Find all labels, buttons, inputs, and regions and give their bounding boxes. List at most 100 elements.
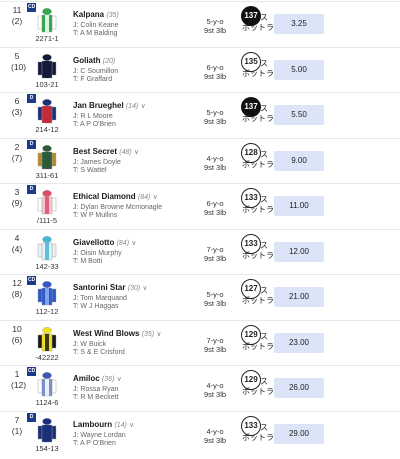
spotlight-label-a[interactable]: ス bbox=[260, 13, 268, 23]
spotlight-label-a[interactable]: ス bbox=[260, 195, 268, 205]
runner-row[interactable]: 3 (9) D/111-5 Ethical Diamond (84) ∨ J: Dyla… bbox=[0, 183, 400, 229]
chevron-down-icon[interactable]: ∨ bbox=[117, 376, 122, 383]
chevron-down-icon[interactable]: ∨ bbox=[129, 422, 134, 429]
runner-row[interactable]: 12 (8) CD 112-12 Santorini Star (30) ∨ J: Tom… bbox=[0, 274, 400, 320]
runner-number: 7 bbox=[14, 414, 20, 425]
horse-weight: 9st 3lb bbox=[203, 253, 227, 263]
chevron-down-icon[interactable]: ∨ bbox=[131, 240, 136, 247]
horse-weight: 9st 3lb bbox=[203, 26, 227, 35]
chevron-down-icon[interactable]: ∨ bbox=[134, 149, 139, 156]
horse-name-block[interactable]: Ethical Diamond (84) ∨ bbox=[73, 192, 158, 201]
odds-button[interactable]: 9.00 bbox=[274, 150, 324, 171]
runner-row[interactable]: 1 (12) CD 1124-6 Amiloc (36) ∨ J: Rossa Ryan T… bbox=[0, 365, 400, 411]
horse-name-block[interactable]: West Wind Blows (35) ∨ bbox=[73, 329, 162, 338]
trainer-name: T: W P Mullins bbox=[73, 212, 118, 219]
runner-row[interactable]: 6 (3) D 214-12 Jan Brueghel (14) ∨ J: R L Moo… bbox=[0, 92, 400, 138]
horse-name[interactable]: Goliath bbox=[73, 56, 101, 65]
chevron-down-icon[interactable]: ∨ bbox=[156, 331, 161, 338]
days-since-run: (20) bbox=[102, 57, 116, 65]
spotlight-label-a[interactable]: ス bbox=[260, 104, 268, 114]
horse-name-block[interactable]: Amiloc (36) ∨ bbox=[73, 374, 122, 383]
horse-name[interactable]: Santorini Star bbox=[73, 283, 125, 292]
row-divider bbox=[0, 319, 400, 321]
row-divider bbox=[0, 274, 400, 275]
chevron-down-icon[interactable]: ∨ bbox=[141, 103, 146, 110]
age-weight: 4-y-o 9st 3lb bbox=[195, 427, 235, 445]
spotlight-label-a[interactable]: ス bbox=[260, 59, 268, 69]
stall-draw: (10) bbox=[11, 61, 27, 72]
stall-draw: (12) bbox=[11, 380, 27, 390]
runner-number: 3 bbox=[14, 187, 20, 197]
row-divider bbox=[0, 228, 400, 230]
odds-button[interactable]: 3.25 bbox=[274, 14, 324, 34]
recent-form: 142-33 bbox=[35, 261, 59, 271]
horse-name[interactable]: Amiloc bbox=[73, 374, 100, 383]
runner-number: 2 bbox=[14, 141, 20, 152]
spotlight-label-a[interactable]: ス bbox=[260, 241, 268, 251]
trainer-name: T: S & E Crisford bbox=[73, 348, 125, 356]
horse-name[interactable]: Lambourn bbox=[73, 420, 112, 429]
jockey-silks-icon bbox=[33, 7, 61, 35]
horse-name-block[interactable]: Best Secret (48) ∨ bbox=[73, 147, 139, 156]
horse-name-block[interactable]: Giavellotto (84) ∨ bbox=[73, 238, 136, 247]
spotlight-label-a[interactable]: ス bbox=[260, 423, 268, 433]
horse-name[interactable]: Kalpana bbox=[73, 10, 104, 19]
horse-name[interactable]: Giavellotto bbox=[73, 238, 114, 247]
jockey-name: J: Oisin Murphy bbox=[73, 249, 122, 257]
odds-button[interactable]: 5.00 bbox=[274, 59, 324, 80]
odds-button[interactable]: 23.00 bbox=[274, 332, 324, 353]
jockey-silks-icon bbox=[33, 98, 61, 126]
runner-row[interactable]: 7 (1) D 154-13 Lambourn (14) ∨ J: Wayne Lorda… bbox=[0, 410, 400, 457]
horse-name-block[interactable]: Lambourn (14) ∨ bbox=[73, 420, 134, 429]
runner-row[interactable]: 10 (6) -42222 West Wind Blows (35) ∨ J: W Bu… bbox=[0, 319, 400, 366]
jockey-name: J: Wayne Lordan bbox=[73, 431, 126, 439]
recent-form: -42222 bbox=[35, 352, 59, 362]
horse-name-block[interactable]: Jan Brueghel (14) ∨ bbox=[73, 101, 146, 110]
runner-row[interactable]: 11 (2) CD 2271-1 Kalpana (35) J: Colin Keane… bbox=[0, 1, 400, 47]
odds-button[interactable]: 5.50 bbox=[274, 105, 324, 125]
runner-row[interactable]: 5 (10) 103-21 Goliath (20) J: C Soumillon T:… bbox=[0, 46, 400, 93]
trainer-name: T: S Wattel bbox=[73, 166, 107, 174]
odds-button[interactable]: 11.00 bbox=[274, 196, 324, 216]
spotlight-label-a[interactable]: ス bbox=[260, 150, 268, 160]
odds-button[interactable]: 29.00 bbox=[274, 423, 324, 444]
jockey-name: J: Dylan Browne Mcmonagle bbox=[73, 204, 163, 211]
runner-row[interactable]: 4 (4) 142-33 Giavellotto (84) ∨ J: Oisin Mur… bbox=[0, 228, 400, 275]
trainer-name: T: W J Haggas bbox=[73, 303, 119, 310]
stall-draw: (3) bbox=[11, 107, 23, 117]
runner-number: 4 bbox=[14, 232, 20, 243]
horse-weight: 9st 3lb bbox=[203, 71, 227, 81]
horse-name-block[interactable]: Goliath (20) bbox=[73, 56, 115, 65]
jockey-silks-icon bbox=[33, 371, 61, 399]
spotlight-label-a[interactable]: ス bbox=[260, 332, 268, 342]
spotlight-label-a[interactable]: ス bbox=[260, 377, 268, 387]
horse-age: 6-y-o bbox=[206, 62, 224, 72]
runner-row[interactable]: 2 (7) D 311-61 Best Secret (48) ∨ J: James Do… bbox=[0, 137, 400, 184]
chevron-down-icon[interactable]: ∨ bbox=[142, 285, 147, 292]
stall-draw: (6) bbox=[11, 334, 23, 345]
spotlight-label-a[interactable]: ス bbox=[260, 286, 268, 296]
horse-name-block[interactable]: Santorini Star (30) ∨ bbox=[73, 283, 148, 292]
days-since-run: (35) bbox=[141, 330, 155, 338]
odds-button[interactable]: 26.00 bbox=[274, 378, 324, 398]
horse-name[interactable]: Jan Brueghel bbox=[73, 101, 124, 110]
recent-form: 112-12 bbox=[35, 307, 59, 316]
runner-number-block: 6 (3) bbox=[11, 96, 23, 118]
odds-button[interactable]: 21.00 bbox=[274, 287, 324, 307]
horse-name[interactable]: Best Secret bbox=[73, 147, 117, 156]
chevron-down-icon[interactable]: ∨ bbox=[153, 194, 158, 201]
stall-draw: (7) bbox=[11, 152, 23, 163]
row-divider bbox=[0, 137, 400, 139]
horse-name[interactable]: West Wind Blows bbox=[73, 329, 139, 338]
recent-form: 154-13 bbox=[35, 443, 59, 453]
trainer-name: T: A P O'Brien bbox=[73, 121, 116, 128]
horse-name[interactable]: Ethical Diamond bbox=[73, 192, 136, 201]
runner-number-block: 2 (7) bbox=[11, 142, 23, 164]
horse-name-block[interactable]: Kalpana (35) bbox=[73, 10, 119, 19]
runner-number-block: 1 (12) bbox=[11, 369, 27, 391]
jockey-silks-icon bbox=[33, 144, 61, 172]
odds-button[interactable]: 12.00 bbox=[274, 241, 324, 262]
runner-number-block: 11 (2) bbox=[11, 5, 23, 27]
horse-age: 5-y-o bbox=[206, 290, 224, 299]
horse-age: 5-y-o bbox=[206, 17, 224, 26]
